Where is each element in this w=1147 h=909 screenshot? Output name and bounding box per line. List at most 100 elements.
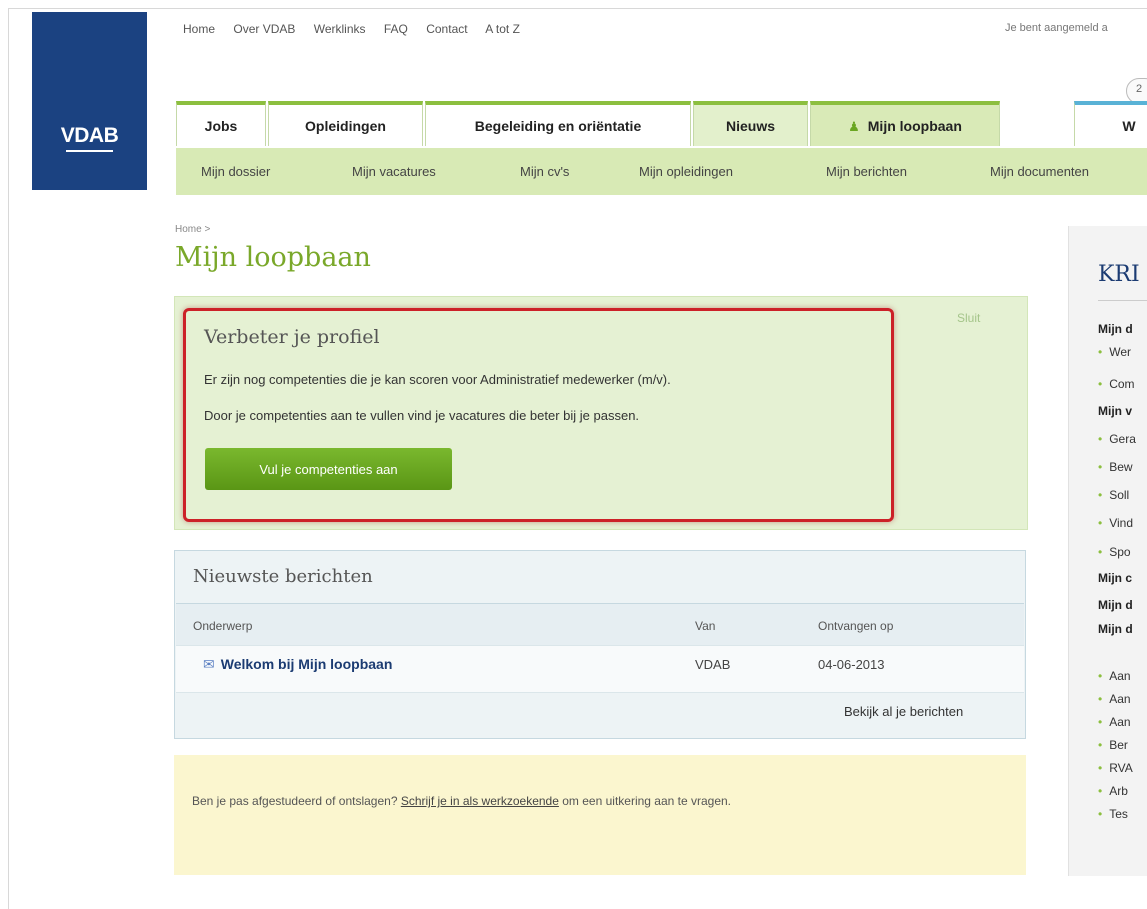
top-navigation: Home Over VDAB Werklinks FAQ Contact A t… — [183, 22, 535, 36]
sidebar-item[interactable]: • Arb — [1098, 784, 1128, 798]
envelope-icon: ✉ — [203, 656, 215, 672]
notice-text-after: om een uitkering aan te vragen. — [558, 794, 732, 808]
promo-title: Verbeter je profiel — [204, 326, 380, 348]
sidebar-item-label: Com — [1109, 377, 1135, 391]
sidebar-item-label: Ber — [1109, 738, 1128, 752]
sidebar-item-label: Gera — [1109, 432, 1136, 446]
sidebar-divider — [1098, 300, 1147, 301]
topnav-faq[interactable]: FAQ — [384, 22, 408, 36]
sidebar-heading[interactable]: Mijn d — [1098, 322, 1133, 336]
notice-panel — [174, 755, 1026, 875]
main-tabs: Jobs Opleidingen Begeleiding en oriëntat… — [176, 101, 1147, 148]
close-link[interactable]: Sluit — [957, 311, 980, 325]
tab-w[interactable]: W — [1074, 101, 1147, 146]
sub-navigation: Mijn dossier Mijn vacatures Mijn cv's Mi… — [176, 148, 1147, 195]
subnav-mijn-opleidingen[interactable]: Mijn opleidingen — [639, 164, 733, 179]
sidebar-item[interactable]: • RVA — [1098, 761, 1133, 775]
sidebar-item-label: Soll — [1109, 488, 1130, 502]
sidebar-item-label: Wer — [1109, 345, 1131, 359]
sidebar-item-label: Aan — [1109, 692, 1131, 706]
bullet-icon: • — [1098, 516, 1103, 530]
tab-nieuws-label: Nieuws — [725, 118, 775, 134]
sidebar-item-label: Arb — [1109, 784, 1128, 798]
tab-jobs[interactable]: Jobs — [176, 101, 266, 146]
bullet-icon: • — [1098, 761, 1103, 775]
bullet-icon: • — [1098, 545, 1103, 559]
topnav-home[interactable]: Home — [183, 22, 215, 36]
tab-begeleiding[interactable]: Begeleiding en oriëntatie — [425, 101, 691, 146]
column-header-subject: Onderwerp — [193, 619, 253, 633]
sidebar-item[interactable]: • Vind — [1098, 516, 1133, 530]
subnav-mijn-dossier[interactable]: Mijn dossier — [201, 164, 270, 179]
sidebar-item[interactable]: • Com — [1098, 377, 1135, 391]
message-from: VDAB — [695, 657, 731, 672]
sidebar-title: KRI — [1098, 262, 1140, 287]
messages-title: Nieuwste berichten — [193, 566, 373, 587]
vdab-logo[interactable]: VDAB — [32, 12, 147, 190]
message-date: 04-06-2013 — [818, 657, 885, 672]
tab-mijn-loopbaan-label: Mijn loopbaan — [867, 118, 962, 134]
view-all-messages-link[interactable]: Bekijk al je berichten — [844, 704, 963, 719]
subnav-mijn-berichten[interactable]: Mijn berichten — [826, 164, 907, 179]
sidebar-item[interactable]: • Gera — [1098, 432, 1136, 446]
sidebar-item[interactable]: • Soll — [1098, 488, 1129, 502]
sidebar-item[interactable]: • Tes — [1098, 807, 1128, 821]
sidebar-item-label: Aan — [1109, 669, 1131, 683]
fill-competences-button[interactable]: Vul je competenties aan — [205, 448, 452, 490]
sidebar-item-label: Vind — [1109, 516, 1134, 530]
bullet-icon: • — [1098, 432, 1103, 446]
tab-nieuws[interactable]: Nieuws — [693, 101, 808, 146]
column-header-received: Ontvangen op — [818, 619, 894, 633]
subnav-mijn-cvs[interactable]: Mijn cv's — [520, 164, 569, 179]
tab-begeleiding-label: Begeleiding en oriëntatie — [474, 118, 642, 134]
tab-jobs-label: Jobs — [204, 118, 238, 134]
topnav-werklinks[interactable]: Werklinks — [314, 22, 366, 36]
page-title: Mijn loopbaan — [175, 242, 371, 273]
promo-text-1: Er zijn nog competenties die je kan scor… — [204, 372, 671, 387]
subnav-mijn-documenten[interactable]: Mijn documenten — [990, 164, 1089, 179]
sidebar-item-label: Bew — [1109, 460, 1133, 474]
sidebar-item-label: Aan — [1109, 715, 1131, 729]
topnav-a-tot-z[interactable]: A tot Z — [485, 22, 520, 36]
bullet-icon: • — [1098, 460, 1103, 474]
sidebar-heading[interactable]: Mijn v — [1098, 404, 1132, 418]
bullet-icon: • — [1098, 784, 1103, 798]
person-icon: ♟ — [848, 119, 860, 134]
sidebar-item[interactable]: • Aan — [1098, 669, 1131, 683]
message-subject-link[interactable]: ✉ Welkom bij Mijn loopbaan — [203, 656, 392, 673]
logo-text: VDAB — [32, 124, 147, 152]
bullet-icon: • — [1098, 715, 1103, 729]
bullet-icon: • — [1098, 488, 1103, 502]
bullet-icon: • — [1098, 807, 1103, 821]
tab-opleidingen-label: Opleidingen — [305, 118, 386, 134]
bullet-icon: • — [1098, 738, 1103, 752]
bullet-icon: • — [1098, 692, 1103, 706]
register-jobseeker-link[interactable]: Schrijf je in als werkzoekende — [401, 794, 559, 808]
notice-text: Ben je pas afgestudeerd of ontslagen? Sc… — [192, 792, 982, 811]
sidebar-heading[interactable]: Mijn c — [1098, 571, 1132, 585]
tab-w-label: W — [1122, 118, 1136, 134]
sidebar-item-label: Tes — [1109, 807, 1128, 821]
logged-in-text: Je bent aangemeld a — [1005, 22, 1108, 34]
sidebar-item[interactable]: • Ber — [1098, 738, 1128, 752]
column-header-from: Van — [695, 619, 716, 633]
bullet-icon: • — [1098, 669, 1103, 683]
sidebar-item[interactable]: • Aan — [1098, 692, 1131, 706]
sidebar-item[interactable]: • Spo — [1098, 545, 1131, 559]
bullet-icon: • — [1098, 345, 1103, 359]
sidebar-item[interactable]: • Bew — [1098, 460, 1133, 474]
circle-button-label: 2 — [1136, 83, 1143, 95]
sidebar-heading[interactable]: Mijn d — [1098, 622, 1133, 636]
messages-table-header — [176, 603, 1024, 647]
message-subject: Welkom bij Mijn loopbaan — [220, 656, 393, 672]
sidebar-item-label: RVA — [1109, 761, 1133, 775]
breadcrumb[interactable]: Home > — [175, 224, 210, 235]
tab-opleidingen[interactable]: Opleidingen — [268, 101, 423, 146]
sidebar-item[interactable]: • Aan — [1098, 715, 1131, 729]
subnav-mijn-vacatures[interactable]: Mijn vacatures — [352, 164, 436, 179]
sidebar-heading[interactable]: Mijn d — [1098, 598, 1133, 612]
topnav-contact[interactable]: Contact — [426, 22, 467, 36]
sidebar-item[interactable]: • Wer — [1098, 345, 1131, 359]
topnav-over-vdab[interactable]: Over VDAB — [233, 22, 295, 36]
tab-mijn-loopbaan[interactable]: ♟ Mijn loopbaan — [810, 101, 1000, 146]
